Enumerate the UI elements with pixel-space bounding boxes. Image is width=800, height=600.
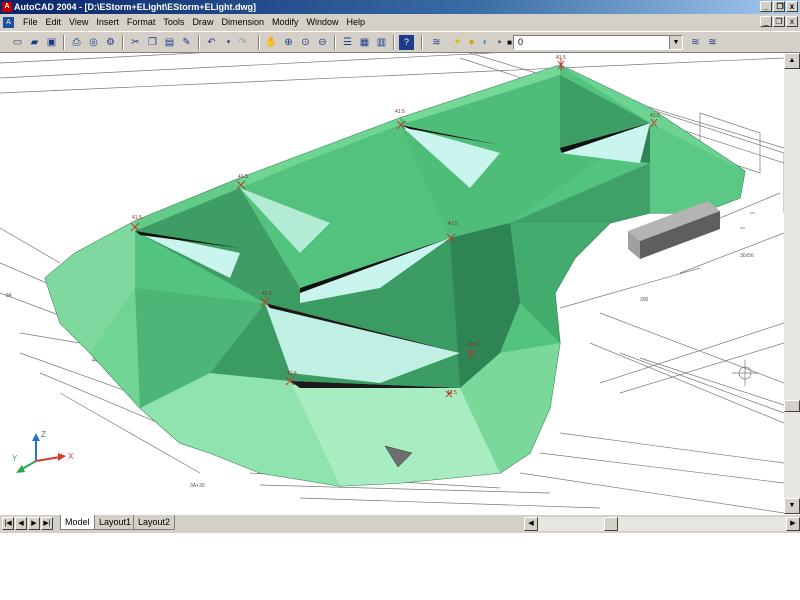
next-tab-icon[interactable]: ▶ [28, 517, 40, 530]
chevron-down-icon[interactable]: ▼ [669, 36, 682, 49]
spot-label: 41.5 [556, 55, 566, 61]
last-tab-icon[interactable]: ▶| [41, 517, 53, 530]
scroll-right-button[interactable]: ▶ [786, 517, 800, 531]
horizontal-scrollbar[interactable]: ◀ ▶ [524, 517, 800, 531]
layer-manager-icon[interactable]: ≋ [429, 35, 444, 50]
svg-text:3A+30: 3A+30 [190, 483, 205, 489]
tool-palettes-icon[interactable]: ▥ [374, 35, 389, 50]
autocad-window: A AutoCAD 2004 - [D:\EStorm+ELight\EStor… [0, 0, 800, 533]
spot-label: 41.5 [238, 174, 248, 180]
pan-icon[interactable]: ✋ [264, 35, 279, 50]
layout-tab-bar: |◀ ◀ ▶ ▶| Model Layout1 Layout2 ◀ ▶ [0, 514, 800, 533]
properties-icon[interactable]: ☰ [340, 35, 355, 50]
lock-icon[interactable]: ◐ [478, 35, 493, 50]
print-icon[interactable]: ⎙ [69, 35, 84, 50]
design-center-icon[interactable]: ▦ [357, 35, 372, 50]
autocad-app-icon[interactable]: A [2, 2, 12, 12]
publish-icon[interactable]: ⚙ [103, 35, 118, 50]
restore-button[interactable]: ❐ [773, 1, 785, 12]
zoom-window-icon[interactable]: ⊙ [298, 35, 313, 50]
tab-model[interactable]: Model [60, 515, 95, 530]
redo-icon[interactable]: ↷ [235, 35, 250, 50]
toolbar-separator [393, 35, 395, 50]
open-icon[interactable]: ▰ [27, 35, 42, 50]
svg-text:84: 84 [6, 293, 12, 299]
menu-dimension[interactable]: Dimension [217, 14, 268, 31]
spot-label: 41.5 [262, 291, 272, 297]
vertical-scrollbar[interactable]: ▲ ▼ [784, 53, 800, 514]
undo-dropdown-icon[interactable]: ▾ [221, 35, 236, 50]
drawing-viewport[interactable]: 84 44n 30x56 300 3A+30 41.5 41.5 41.5 41… [0, 53, 784, 514]
horizontal-scroll-thumb[interactable] [604, 517, 618, 531]
svg-text:300: 300 [640, 297, 649, 303]
terrain-face [650, 123, 745, 213]
3d-terrain-drawing[interactable]: 84 44n 30x56 300 3A+30 41.5 41.5 41.5 41… [0, 53, 784, 514]
first-tab-icon[interactable]: |◀ [2, 517, 14, 530]
toolbar-separator [122, 35, 124, 50]
ucs-x-label: X [68, 452, 74, 461]
menu-tools[interactable]: Tools [159, 14, 188, 31]
undo-icon[interactable]: ↶ [204, 35, 219, 50]
tab-layout1[interactable]: Layout1 [94, 515, 137, 530]
scroll-down-button[interactable]: ▼ [784, 498, 800, 514]
ucs-icon: Z X Y [12, 430, 74, 473]
title-bar: A AutoCAD 2004 - [D:\EStorm+ELight\EStor… [0, 0, 800, 14]
menu-help[interactable]: Help [343, 14, 370, 31]
paste-icon[interactable]: ▤ [162, 35, 177, 50]
doc-minimize-button[interactable]: _ [760, 16, 772, 27]
ucs-y-label: Y [12, 454, 18, 463]
menu-window[interactable]: Window [303, 14, 343, 31]
document-icon[interactable]: A [3, 17, 14, 28]
toolbar-separator [421, 35, 423, 50]
spot-label: 41.5 [287, 371, 297, 377]
help-icon[interactable]: ? [399, 35, 414, 50]
spot-label: 41.5 [468, 342, 478, 348]
ucs-z-label: Z [41, 430, 46, 439]
window-title: AutoCAD 2004 - [D:\EStorm+ELight\EStorm+… [14, 2, 257, 12]
print-preview-icon[interactable]: ◎ [86, 35, 101, 50]
zoom-previous-icon[interactable]: ⊖ [315, 35, 330, 50]
toolbar-separator [198, 35, 200, 50]
toolbar-separator [258, 35, 260, 50]
window-caption-buttons: _ ❐ x [759, 1, 798, 15]
spot-label: 41.5 [395, 109, 405, 115]
zoom-realtime-icon[interactable]: ⊕ [281, 35, 296, 50]
spot-label: 41.5 [448, 221, 458, 227]
layer-dropdown[interactable]: 0 ▼ [513, 35, 683, 50]
doc-restore-button[interactable]: ❐ [773, 16, 785, 27]
spot-label: 41.5 [132, 215, 142, 221]
save-icon[interactable]: ▣ [44, 35, 59, 50]
lightbulb-icon[interactable]: ✦ [450, 35, 465, 50]
copy-icon[interactable]: ❐ [145, 35, 160, 50]
menu-modify[interactable]: Modify [268, 14, 303, 31]
menu-format[interactable]: Format [123, 14, 160, 31]
vertical-scroll-thumb[interactable] [784, 400, 800, 412]
match-properties-icon[interactable]: ✎ [179, 35, 194, 50]
new-icon[interactable]: ▭ [10, 35, 25, 50]
spot-label: 41.5 [650, 113, 660, 119]
doc-close-button[interactable]: x [786, 16, 798, 27]
toolbar-separator [334, 35, 336, 50]
spot-label: 41.5 [447, 390, 457, 396]
scroll-left-button[interactable]: ◀ [524, 517, 538, 531]
menu-draw[interactable]: Draw [188, 14, 217, 31]
menu-bar: A File Edit View Insert Format Tools Draw Dimen… [0, 14, 800, 31]
toolbar-separator [63, 35, 65, 50]
minimize-button[interactable]: _ [760, 1, 772, 12]
menu-insert[interactable]: Insert [92, 14, 123, 31]
layer-previous-icon[interactable]: ≊ [705, 35, 720, 50]
svg-text:30x56: 30x56 [740, 253, 754, 259]
sun-icon[interactable]: ● [464, 35, 479, 50]
tab-layout2[interactable]: Layout2 [133, 515, 176, 530]
make-current-layer-icon[interactable]: ≋ [688, 35, 703, 50]
standard-toolbar: ▭ ▰ ▣ ⎙ ◎ ⚙ ✂ ❐ ▤ ✎ ↶ ▾ ↷ ✋ ⊕ ⊙ ⊖ ☰ ▦ ▥ … [0, 31, 800, 53]
cut-icon[interactable]: ✂ [128, 35, 143, 50]
scroll-up-button[interactable]: ▲ [784, 53, 800, 69]
menu-file[interactable]: File [19, 14, 42, 31]
layer-dropdown-value: 0 [518, 37, 524, 47]
menu-edit[interactable]: Edit [42, 14, 66, 31]
menu-view[interactable]: View [65, 14, 92, 31]
previous-tab-icon[interactable]: ◀ [15, 517, 27, 530]
close-button[interactable]: x [786, 1, 798, 12]
